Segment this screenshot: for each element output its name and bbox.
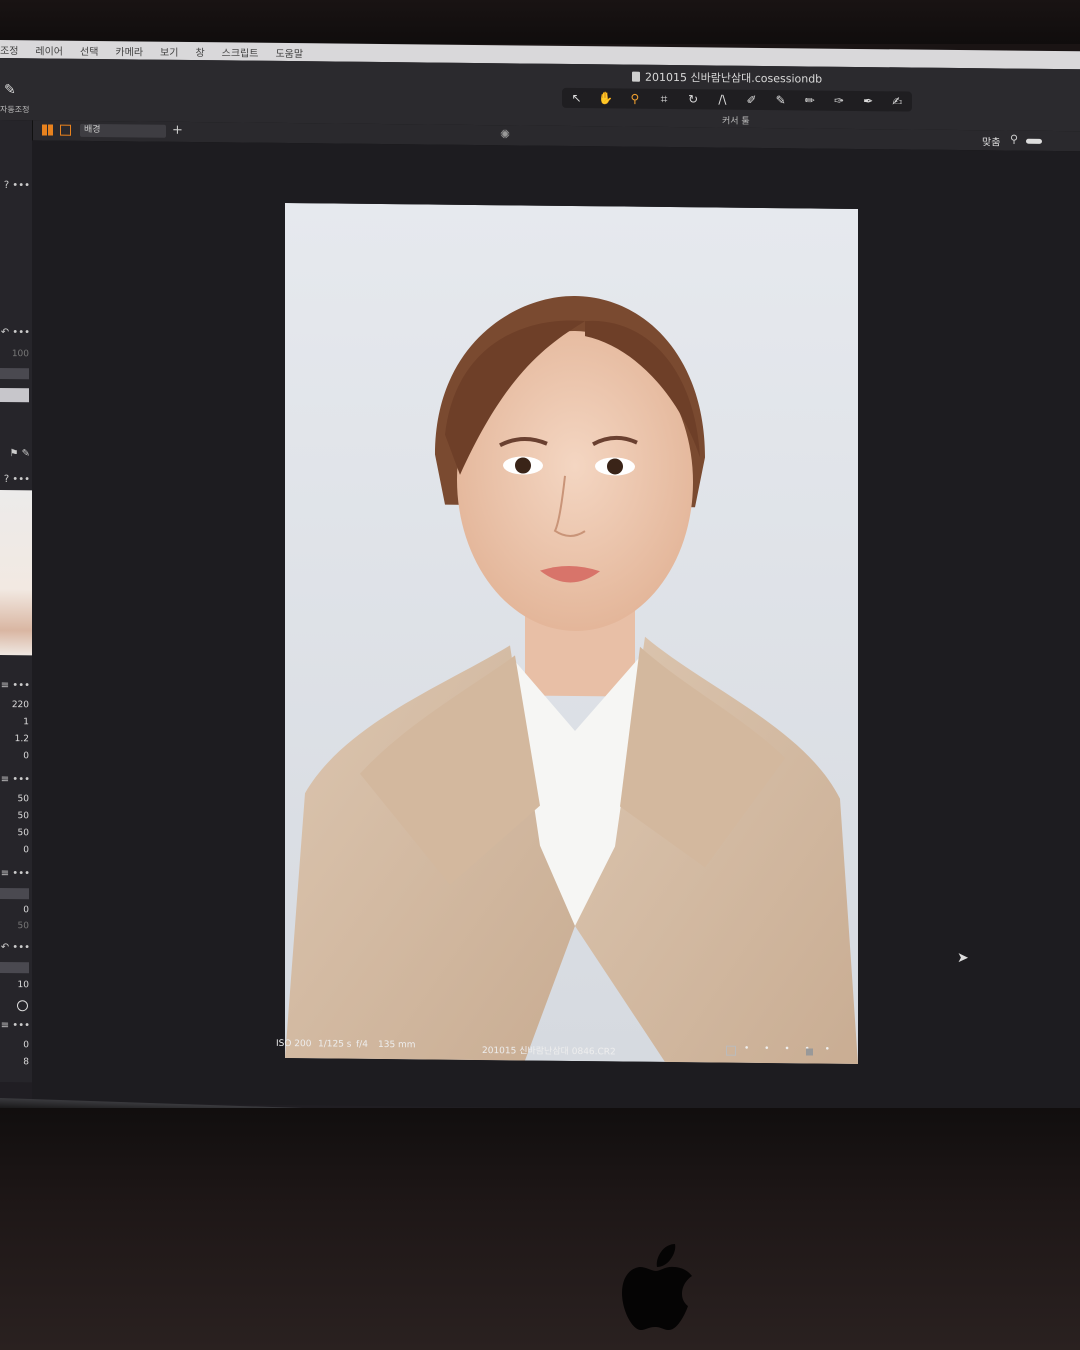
sidebar-value: 1.2 — [14, 734, 29, 745]
sidebar-value: 0 — [23, 751, 29, 762]
help-menu-icon[interactable]: ? ••• — [4, 180, 30, 191]
auto-adjust-label: 자동조정 — [0, 105, 30, 115]
menu-item-view[interactable]: 보기 — [160, 43, 178, 58]
mouse-pointer-icon: ➤ — [957, 950, 969, 967]
keystone-icon[interactable]: /\ — [710, 92, 734, 107]
radio-circle-icon[interactable] — [17, 1000, 28, 1012]
document-icon — [632, 71, 640, 82]
sidebar-value: 0 — [23, 1040, 29, 1051]
list-menu-icon[interactable]: ≡ ••• — [1, 1020, 30, 1031]
sidebar-swatch[interactable] — [0, 388, 29, 403]
pen-icon[interactable]: ✏ — [798, 93, 822, 107]
monitor-bezel-top — [0, 0, 1080, 44]
sidebar-value: 50 — [17, 921, 29, 932]
menu-item-window[interactable]: 창 — [195, 44, 204, 59]
stamp-brush-icon[interactable]: ⚑ ✎ — [9, 448, 30, 459]
menu-item-layer[interactable]: 레이어 — [35, 42, 63, 57]
menu-item-script[interactable]: 스크립트 — [222, 44, 259, 59]
eraser-icon[interactable]: ✎ — [769, 93, 793, 107]
zoom-icon[interactable]: ⚲ — [623, 92, 647, 106]
sidebar-value: 1 — [23, 717, 29, 728]
shutter-value: 1/125 s — [318, 1039, 352, 1050]
aperture-value: f/4 — [356, 1039, 368, 1050]
sidebar-slider[interactable] — [0, 368, 29, 380]
zoom-fit-button[interactable]: 맞춤 — [982, 133, 1000, 148]
star-rating[interactable]: • • • • • — [744, 1044, 836, 1055]
menu-item-help[interactable]: 도움말 — [275, 44, 303, 59]
picker-icon[interactable]: ✒ — [856, 94, 880, 108]
list-menu-icon[interactable]: ≡ ••• — [1, 774, 30, 785]
list-menu-icon[interactable]: ≡ ••• — [1, 868, 30, 879]
brush-icon[interactable]: ✐ — [740, 93, 764, 107]
crop-icon[interactable]: ⌗ — [652, 91, 676, 106]
zoom-icon[interactable]: ⚲ — [1010, 133, 1018, 146]
loading-spinner-icon: ✺ — [500, 127, 511, 142]
tool-sidebar: ? ••• ↶ ••• 100 ⚑ ✎ ? ••• ≡ ••• 220 1 1.… — [0, 120, 33, 1083]
undo-menu-icon[interactable]: ↶ ••• — [1, 327, 30, 338]
navigator-thumbnail[interactable] — [0, 490, 33, 656]
cursor-tools-label: 커서 툴 — [722, 116, 750, 127]
sidebar-stepper[interactable] — [0, 888, 29, 900]
menu-item-adjust[interactable]: 조정 — [0, 42, 18, 57]
monitor-chin — [0, 1108, 1080, 1350]
sidebar-value: 50 — [17, 811, 29, 822]
cursor-tools: ↖ ✋ ⚲ ⌗ ↻ /\ ✐ ✎ ✏ ✑ ✒ ✍ — [562, 87, 912, 112]
sidebar-value: 100 — [11, 349, 29, 360]
view-select[interactable]: 배경 — [80, 123, 166, 138]
pan-hand-icon[interactable]: ✋ — [594, 91, 618, 105]
sidebar-value: 50 — [17, 828, 29, 839]
grid-view-icon[interactable] — [42, 124, 53, 136]
cursor-icon[interactable]: ↖ — [565, 91, 589, 105]
sidebar-value: 50 — [17, 794, 29, 805]
rotate-icon[interactable]: ↻ — [681, 92, 705, 106]
add-icon[interactable]: + — [172, 123, 183, 138]
sidebar-slider[interactable] — [0, 962, 29, 974]
list-menu-icon[interactable]: ≡ ••• — [1, 680, 30, 691]
help-menu-icon[interactable]: ? ••• — [4, 474, 30, 485]
annotate-icon[interactable]: ✍ — [885, 94, 909, 108]
zoom-slider[interactable] — [1026, 138, 1042, 144]
focal-length-value: 135 mm — [378, 1039, 416, 1051]
undo-menu-icon[interactable]: ↶ ••• — [1, 942, 30, 953]
select-checkbox[interactable] — [726, 1045, 736, 1056]
iso-value: ISO 200 — [276, 1038, 312, 1050]
auto-adjust-wand-icon[interactable]: ✎ — [4, 82, 16, 98]
mask-draw-icon[interactable]: ✑ — [827, 94, 851, 108]
sidebar-value: 220 — [11, 700, 29, 711]
portrait-photo[interactable] — [285, 202, 858, 1064]
apple-logo-icon — [622, 1244, 692, 1330]
document-title-text: 201015 신바람난삼대.cosessiondb — [645, 70, 823, 86]
menu-item-select[interactable]: 선택 — [80, 42, 98, 57]
color-tag-icon[interactable] — [806, 1048, 813, 1056]
portrait-image — [285, 202, 858, 1064]
sidebar-value: 0 — [23, 905, 29, 916]
menu-item-camera[interactable]: 카메라 — [115, 43, 143, 58]
image-canvas[interactable]: ISO 200 1/125 s f/4 135 mm 201015 신바람난삼대… — [32, 140, 1080, 1114]
monitor-screen: 조정 레이어 선택 카메라 보기 창 스크립트 도움말 ✎ 자동조정 20101… — [0, 40, 1080, 1122]
sidebar-value: 8 — [23, 1057, 29, 1068]
single-view-icon[interactable] — [60, 124, 71, 136]
photo-filename: 201015 신바람난삼대 0846.CR2 — [482, 1046, 616, 1058]
sidebar-value: 0 — [23, 845, 29, 856]
document-title: 201015 신바람난삼대.cosessiondb — [632, 69, 822, 87]
sidebar-value: 10 — [17, 980, 29, 991]
